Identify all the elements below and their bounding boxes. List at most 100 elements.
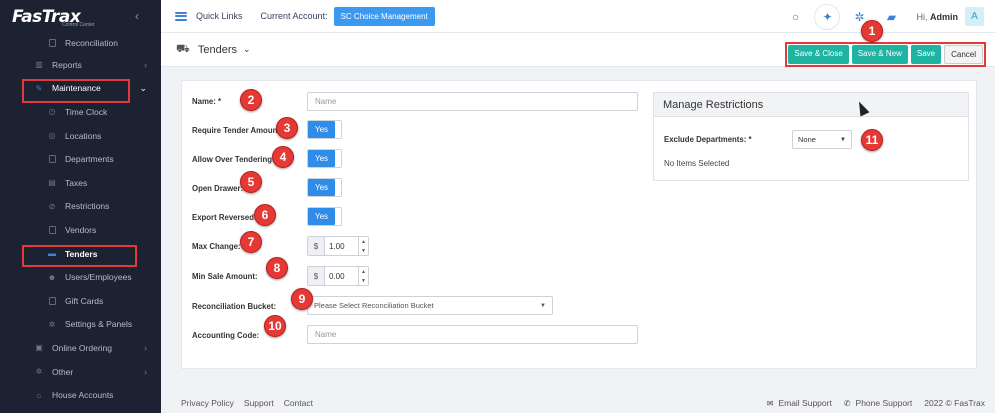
marker-2: 2	[240, 89, 262, 111]
caret-down-icon: ▼	[540, 302, 546, 309]
sidebar-item-taxes[interactable]: ▤ Taxes	[0, 171, 161, 195]
open-drawer-toggle[interactable]: Yes	[307, 178, 342, 197]
sidebar-item-reports[interactable]: ▥ Reports ›	[0, 53, 161, 77]
sidebar-item-other[interactable]: ✲ Other ›	[0, 360, 161, 384]
highlight-box-maintenance	[22, 79, 130, 103]
increment-icon[interactable]: ▲	[359, 237, 368, 246]
sidebar-item-gift-cards[interactable]: Gift Cards	[0, 289, 161, 313]
reconciliation-bucket-select[interactable]: Please Select Reconciliation Bucket ▼	[307, 296, 553, 315]
sidebar-item-label: Online Ordering	[52, 342, 113, 353]
sidebar-item-reconciliation[interactable]: Reconciliation	[0, 33, 161, 53]
sidebar-item-vendors[interactable]: Vendors	[0, 218, 161, 242]
stepper-spin: ▲ ▼	[358, 267, 368, 285]
increment-icon[interactable]: ▲	[359, 267, 368, 276]
footer-right: ✉ Email Support ✆ Phone Support 2022 © Fas…	[767, 398, 985, 408]
max-change-stepper[interactable]: $ 1.00 ▲ ▼	[307, 236, 369, 256]
contact-link[interactable]: Contact	[284, 398, 313, 408]
restriction-icon: ⊘	[48, 201, 56, 211]
empty-selection-text: No Items Selected	[664, 159, 730, 168]
users-icon: ☻	[47, 272, 57, 282]
exclude-departments-select[interactable]: None ▼	[792, 130, 852, 149]
copyright: 2022 © FasTrax	[924, 398, 985, 408]
sidebar-item-time-clock[interactable]: ◷ Time Clock	[0, 100, 161, 124]
sidebar-item-label: Reconciliation	[65, 38, 118, 48]
avatar[interactable]: A	[965, 7, 984, 26]
caret-down-icon: ▼	[840, 136, 846, 143]
chevron-right-icon: ›	[144, 366, 147, 377]
sidebar-item-label: Restrictions	[65, 201, 110, 212]
tender-form-card: Name: * Name Require Tender Amount: Yes …	[181, 80, 977, 369]
chevron-down-icon[interactable]: ⌄	[243, 44, 251, 55]
email-support-link[interactable]: ✉ Email Support	[767, 398, 832, 408]
sidebar-item-online-ordering[interactable]: ▣ Online Ordering ›	[0, 336, 161, 360]
messages-icon[interactable]: ▰	[878, 4, 904, 30]
sidebar-item-label: Vendors	[65, 224, 97, 235]
footer: Privacy Policy Support Contact ✉ Email Su…	[161, 392, 995, 413]
collapse-sidebar-icon[interactable]: ‹	[135, 9, 139, 23]
logo[interactable]: FasTrax Control Center ‹	[0, 0, 161, 33]
allow-over-tendering-toggle[interactable]: Yes	[307, 149, 342, 168]
greeting-text: Hi,	[916, 11, 928, 22]
accounting-code-input[interactable]: Name	[307, 325, 638, 344]
top-icons: ○ ✦ ✲ ▰ Hi, Admin A	[782, 0, 995, 33]
sidebar-item-house-accounts[interactable]: ⌂ House Accounts	[0, 383, 161, 407]
gift-icon	[47, 296, 57, 305]
quick-links-button[interactable]: Quick Links	[196, 11, 243, 21]
departments-icon	[47, 155, 57, 164]
sidebar-item-label: Taxes	[65, 177, 88, 188]
support-link[interactable]: Support	[244, 398, 274, 408]
select-value: None	[798, 135, 816, 144]
chevron-right-icon: ›	[144, 342, 147, 353]
currency-prefix: $	[308, 267, 325, 285]
export-reversed-toggle[interactable]: Yes	[307, 207, 342, 226]
decrement-icon[interactable]: ▼	[359, 246, 368, 255]
toggle-on-label: Yes	[308, 208, 335, 225]
manage-restrictions-panel: Manage Restrictions Exclude Departments:…	[653, 92, 969, 181]
privacy-policy-link[interactable]: Privacy Policy	[181, 398, 234, 408]
decrement-icon[interactable]: ▼	[359, 276, 368, 285]
ai-assistant-icon[interactable]: ✦	[814, 3, 841, 30]
marker-10: 10	[264, 315, 286, 337]
save-close-button[interactable]: Save & Close	[788, 45, 849, 64]
sidebar-item-label: Gift Cards	[65, 295, 104, 306]
highlight-box-tenders	[22, 245, 137, 267]
sidebar-item-users-employees[interactable]: ☻ Users/Employees	[0, 265, 161, 289]
max-change-label: Max Change:	[192, 242, 241, 251]
sidebar-item-label: Time Clock	[65, 106, 108, 117]
sidebar-item-label: Users/Employees	[65, 272, 132, 283]
vendor-icon	[47, 225, 57, 234]
tenders-icon: ⛟	[176, 42, 190, 55]
save-button[interactable]: Save	[910, 45, 942, 64]
sidebar-item-label: Locations	[65, 130, 102, 141]
phone-icon: ✆	[843, 399, 851, 408]
min-sale-amount-value[interactable]: 0.00	[325, 267, 358, 285]
sidebar-item-settings-panels[interactable]: ✲ Settings & Panels	[0, 313, 161, 337]
save-new-button[interactable]: Save & New	[851, 45, 908, 64]
sidebar-item-locations[interactable]: ◎ Locations	[0, 124, 161, 148]
search-icon[interactable]: ○	[782, 4, 808, 30]
quick-links-icon[interactable]	[175, 11, 187, 21]
marker-11: 11	[861, 129, 883, 151]
name-input[interactable]: Name	[307, 92, 638, 111]
cancel-button[interactable]: Cancel	[944, 45, 983, 64]
action-buttons: Save & Close Save & New Save Cancel	[785, 42, 986, 67]
sidebar-item-label: Other	[52, 366, 74, 377]
sidebar-item-label: Departments	[65, 154, 114, 165]
marker-3: 3	[276, 117, 298, 139]
max-change-value[interactable]: 1.00	[325, 237, 358, 255]
min-sale-amount-stepper[interactable]: $ 0.00 ▲ ▼	[307, 266, 369, 286]
sidebar-item-label: Settings & Panels	[65, 319, 133, 330]
calculator-icon	[47, 39, 57, 48]
toggle-on-label: Yes	[308, 179, 335, 196]
email-support-label: Email Support	[778, 398, 832, 408]
phone-support-link[interactable]: ✆ Phone Support	[844, 398, 912, 408]
chart-icon: ▥	[35, 60, 43, 70]
toggle-knob	[335, 150, 341, 167]
toggle-on-label: Yes	[308, 150, 335, 167]
currency-prefix: $	[308, 237, 325, 255]
toggle-knob	[335, 121, 341, 138]
current-account-button[interactable]: SC Choice Management	[333, 6, 435, 26]
sidebar-item-departments[interactable]: Departments	[0, 147, 161, 171]
require-tender-amount-toggle[interactable]: Yes	[307, 120, 342, 139]
sidebar-item-restrictions[interactable]: ⊘ Restrictions	[0, 195, 161, 219]
